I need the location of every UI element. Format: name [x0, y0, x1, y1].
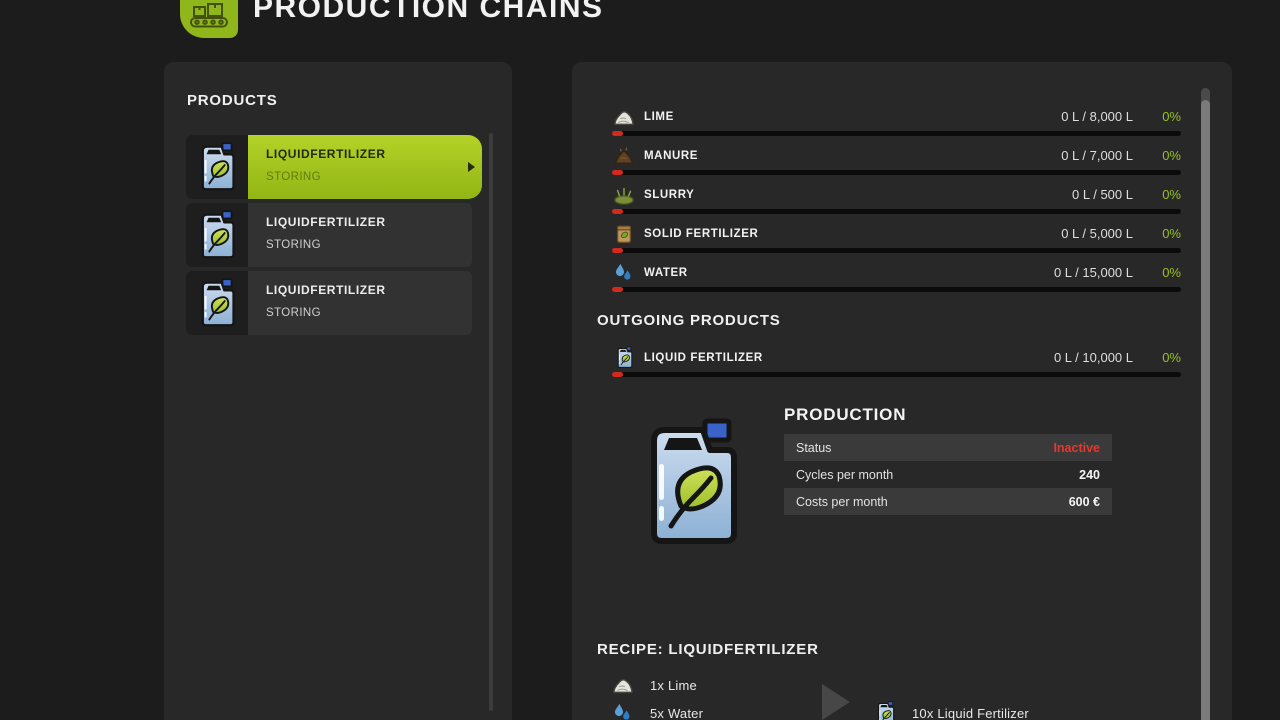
progress-fill: [612, 170, 623, 175]
recipe-input-row: 1x Lime: [608, 671, 697, 699]
progress-fill: [612, 287, 623, 292]
liquid-fertilizer-icon: [612, 346, 636, 370]
costs-value: 600 €: [1069, 495, 1100, 509]
product-list-item[interactable]: LIQUIDFERTILIZER STORING: [186, 203, 472, 267]
storage-amount: 0 L / 7,000 L: [1061, 148, 1133, 163]
stat-label: Status: [796, 441, 831, 455]
recipe-arrow-icon: [822, 684, 850, 720]
progress-bar: [612, 287, 1181, 292]
progress-bar: [612, 170, 1181, 175]
details-panel: LIME 0 L / 8,000 L 0% MANURE 0 L / 7,000…: [572, 62, 1232, 720]
recipe-input-row: 5x Water: [608, 699, 703, 720]
stat-row-costs: Costs per month 600 €: [784, 488, 1112, 515]
storage-percent: 0%: [1133, 187, 1181, 202]
progress-bar: [612, 131, 1181, 136]
details-scrollbar[interactable]: [1201, 88, 1210, 720]
storage-row: MANURE 0 L / 7,000 L 0%: [612, 141, 1181, 180]
storage-name: SLURRY: [644, 189, 694, 201]
product-list: LIQUIDFERTILIZER STORING LIQUIDFERTILIZE…: [186, 135, 472, 339]
product-item-text: LIQUIDFERTILIZER STORING: [248, 203, 472, 267]
storage-row: LIME 0 L / 8,000 L 0%: [612, 102, 1181, 141]
storage-name: MANURE: [644, 150, 698, 162]
stat-label: Costs per month: [796, 495, 888, 509]
progress-bar: [612, 248, 1181, 253]
product-item-label: LIQUIDFERTILIZER: [266, 283, 472, 297]
outgoing-products-heading: OUTGOING PRODUCTS: [597, 312, 781, 329]
production-heading: PRODUCTION: [784, 405, 906, 425]
progress-fill: [612, 372, 623, 377]
storage-amount: 0 L / 5,000 L: [1061, 226, 1133, 241]
storage-percent: 0%: [1133, 226, 1181, 241]
recipe-input-label: 5x Water: [650, 706, 703, 720]
cycles-value: 240: [1079, 468, 1100, 482]
product-item-label: LIQUIDFERTILIZER: [266, 147, 482, 161]
products-panel: PRODUCTS LIQUIDFERTILIZER STORING LIQUID…: [164, 62, 512, 720]
product-item-text: LIQUIDFERTILIZER STORING: [248, 135, 482, 199]
stat-label: Cycles per month: [796, 468, 893, 482]
liquid-fertilizer-icon: [186, 203, 248, 267]
product-item-text: LIQUIDFERTILIZER STORING: [248, 271, 472, 335]
production-stats: Status Inactive Cycles per month 240 Cos…: [784, 434, 1112, 515]
status-value: Inactive: [1053, 441, 1100, 455]
storage-row: SOLID FERTILIZER 0 L / 5,000 L 0%: [612, 219, 1181, 258]
storage-percent: 0%: [1133, 265, 1181, 280]
stat-row-status: Status Inactive: [784, 434, 1112, 461]
liquid-fertilizer-icon: [870, 701, 900, 720]
product-item-status: STORING: [266, 171, 482, 183]
progress-bar: [612, 372, 1181, 377]
storage-percent: 0%: [1133, 148, 1181, 163]
progress-fill: [612, 248, 623, 253]
progress-fill: [612, 131, 623, 136]
storage-name: WATER: [644, 267, 688, 279]
recipe-output-label: 10x Liquid Fertilizer: [912, 706, 1029, 720]
liquid-fertilizer-icon: [186, 271, 248, 335]
product-list-item[interactable]: LIQUIDFERTILIZER STORING: [186, 271, 472, 335]
product-list-item[interactable]: LIQUIDFERTILIZER STORING: [186, 135, 472, 199]
product-item-status: STORING: [266, 239, 472, 251]
selected-arrow-icon: [468, 162, 475, 172]
recipe-output-row: 10x Liquid Fertilizer: [870, 699, 1029, 720]
outgoing-products-list: LIQUID FERTILIZER 0 L / 10,000 L 0%: [612, 343, 1181, 382]
products-heading: PRODUCTS: [187, 92, 278, 109]
storage-row: LIQUID FERTILIZER 0 L / 10,000 L 0%: [612, 343, 1181, 382]
progress-fill: [612, 209, 623, 214]
storage-row: WATER 0 L / 15,000 L 0%: [612, 258, 1181, 297]
progress-bar: [612, 209, 1181, 214]
storage-amount: 0 L / 10,000 L: [1054, 350, 1133, 365]
water-icon: [612, 261, 636, 285]
storage-amount: 0 L / 8,000 L: [1061, 109, 1133, 124]
recipe-heading: RECIPE: LIQUIDFERTILIZER: [597, 641, 819, 658]
product-item-label: LIQUIDFERTILIZER: [266, 215, 472, 229]
liquid-fertilizer-large-icon: [640, 418, 742, 548]
slurry-icon: [612, 183, 636, 207]
liquid-fertilizer-icon: [186, 135, 248, 199]
product-item-status: STORING: [266, 307, 472, 319]
recipe-input-label: 1x Lime: [650, 678, 697, 693]
storage-percent: 0%: [1133, 350, 1181, 365]
products-scrollbar[interactable]: [489, 133, 493, 711]
stat-row-cycles: Cycles per month 240: [784, 461, 1112, 488]
storage-row: SLURRY 0 L / 500 L 0%: [612, 180, 1181, 219]
solid-fertilizer-icon: [612, 222, 636, 246]
scrollbar-thumb[interactable]: [1201, 100, 1210, 720]
lime-icon: [608, 674, 638, 696]
storage-name: LIQUID FERTILIZER: [644, 352, 763, 364]
page-title: PRODUCTION CHAINS: [253, 0, 604, 25]
storage-name: LIME: [644, 111, 674, 123]
storage-amount: 0 L / 500 L: [1072, 187, 1133, 202]
input-storage-list: LIME 0 L / 8,000 L 0% MANURE 0 L / 7,000…: [612, 102, 1181, 297]
water-icon: [608, 701, 638, 720]
manure-icon: [612, 144, 636, 168]
conveyor-icon: [188, 3, 230, 29]
production-chains-icon: [180, 0, 238, 38]
lime-icon: [612, 105, 636, 129]
storage-name: SOLID FERTILIZER: [644, 228, 758, 240]
storage-percent: 0%: [1133, 109, 1181, 124]
storage-amount: 0 L / 15,000 L: [1054, 265, 1133, 280]
